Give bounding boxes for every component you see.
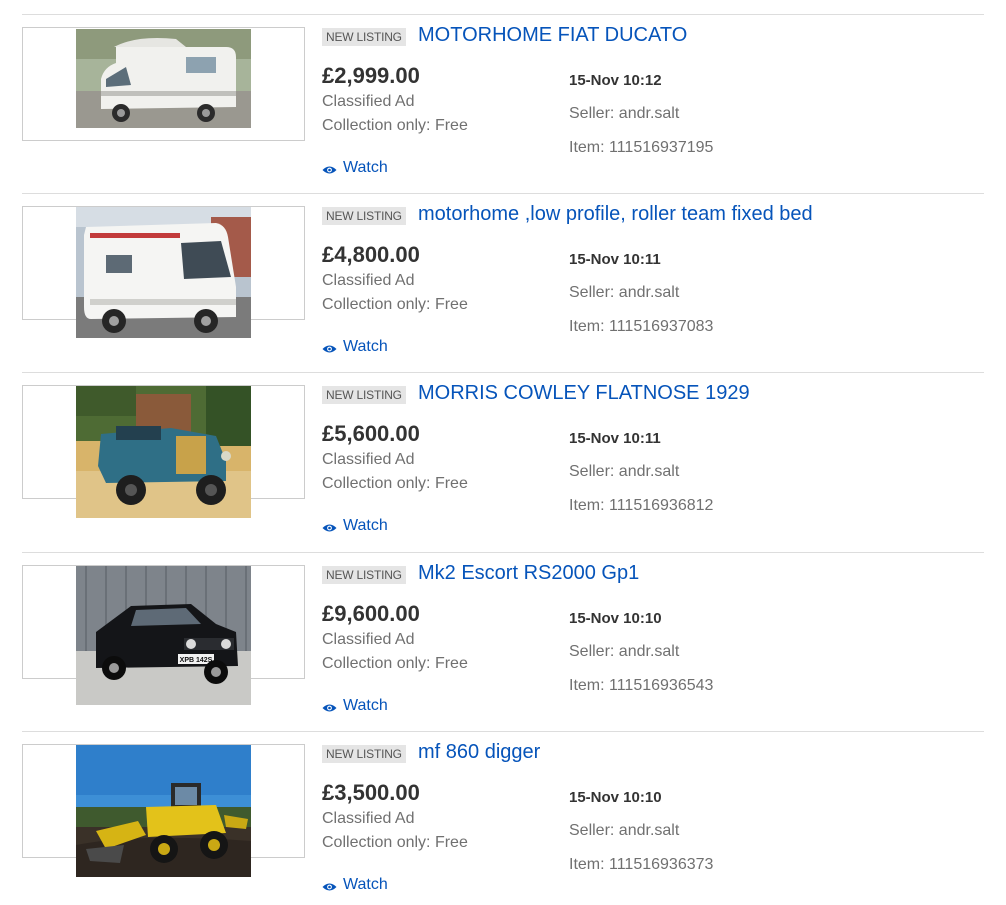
eye-icon — [322, 704, 337, 711]
new-listing-badge: NEW LISTING — [322, 386, 406, 404]
watch-button[interactable]: Watch — [322, 875, 388, 895]
listing-row: NEW LISTING motorhome ,low profile, roll… — [22, 193, 984, 373]
listing-postage: Collection only: Free — [322, 117, 468, 134]
watch-button[interactable]: Watch — [322, 516, 388, 536]
listing-item-number: Item: 111516936543 — [569, 677, 714, 694]
listing-price: £5,600.00 — [322, 421, 420, 446]
listing-thumbnail[interactable] — [22, 744, 305, 877]
number-plate: XPB 142S — [180, 657, 213, 664]
listing-price: £9,600.00 — [322, 601, 420, 626]
listing-postage: Collection only: Free — [322, 296, 468, 313]
listing-row: NEW LISTING mf 860 digger £3,500.00 Clas… — [22, 731, 984, 905]
eye-icon — [322, 166, 337, 173]
listing-title-link[interactable]: MOTORHOME FIAT DUCATO — [418, 24, 687, 47]
new-listing-badge: NEW LISTING — [322, 745, 406, 763]
watch-label: Watch — [343, 876, 388, 893]
eye-icon — [322, 345, 337, 352]
listing-seller: Seller: andr.salt — [569, 643, 680, 660]
listing-price: £2,999.00 — [322, 63, 420, 88]
white-motorhome-photo[interactable] — [76, 29, 251, 128]
listing-seller: Seller: andr.salt — [569, 822, 680, 839]
eye-icon — [322, 883, 337, 890]
search-results-page: NEW LISTING MOTORHOME FIAT DUCATO £2,999… — [0, 0, 1006, 905]
listing-item-number: Item: 111516936373 — [569, 856, 714, 873]
listing-time: 15-Nov 10:11 — [569, 430, 661, 447]
listing-title-link[interactable]: mf 860 digger — [418, 741, 540, 764]
listing-price: £4,800.00 — [322, 242, 420, 267]
listing-title-link[interactable]: Mk2 Escort RS2000 Gp1 — [418, 562, 639, 585]
listing-time: 15-Nov 10:10 — [569, 789, 662, 806]
listing-thumbnail[interactable] — [22, 206, 305, 338]
listing-time: 15-Nov 10:11 — [569, 251, 661, 268]
listing-item-number: Item: 111516936812 — [569, 497, 714, 514]
listing-time: 15-Nov 10:12 — [569, 72, 662, 89]
vintage-blue-car-photo[interactable] — [76, 386, 251, 518]
listing-title-link[interactable]: MORRIS COWLEY FLATNOSE 1929 — [418, 382, 750, 405]
watch-label: Watch — [343, 338, 388, 355]
listing-row: NEW LISTING MOTORHOME FIAT DUCATO £2,999… — [22, 14, 984, 194]
listing-format: Classified Ad — [322, 93, 415, 110]
listing-postage: Collection only: Free — [322, 475, 468, 492]
new-listing-badge: NEW LISTING — [322, 28, 406, 46]
listing-format: Classified Ad — [322, 810, 415, 827]
listing-item-number: Item: 111516937195 — [569, 139, 714, 156]
listing-time: 15-Nov 10:10 — [569, 610, 662, 627]
listing-thumbnail[interactable] — [22, 385, 305, 518]
new-listing-badge: NEW LISTING — [322, 566, 406, 584]
listing-price: £3,500.00 — [322, 780, 420, 805]
listing-postage: Collection only: Free — [322, 655, 468, 672]
listing-item-number: Item: 111516937083 — [569, 318, 714, 335]
listing-row: NEW LISTING MORRIS COWLEY FLATNOSE 1929 … — [22, 372, 984, 552]
watch-button[interactable]: Watch — [322, 337, 388, 357]
listing-thumbnail[interactable]: XPB 142S — [22, 565, 305, 705]
yellow-digger-photo[interactable] — [76, 745, 251, 877]
new-listing-badge: NEW LISTING — [322, 207, 406, 225]
listing-seller: Seller: andr.salt — [569, 284, 680, 301]
watch-label: Watch — [343, 159, 388, 176]
listing-format: Classified Ad — [322, 631, 415, 648]
watch-button[interactable]: Watch — [322, 696, 388, 716]
watch-label: Watch — [343, 697, 388, 714]
listing-thumbnail[interactable] — [22, 27, 305, 141]
listing-seller: Seller: andr.salt — [569, 105, 680, 122]
black-escort-car-photo[interactable]: XPB 142S — [76, 566, 251, 705]
watch-label: Watch — [343, 517, 388, 534]
watch-button[interactable]: Watch — [322, 158, 388, 178]
listing-row: XPB 142S NEW LISTING Mk2 Escort RS2000 G… — [22, 552, 984, 732]
listing-format: Classified Ad — [322, 272, 415, 289]
listing-postage: Collection only: Free — [322, 834, 468, 851]
white-low-profile-motorhome-photo[interactable] — [76, 207, 251, 338]
listing-seller: Seller: andr.salt — [569, 463, 680, 480]
listing-title-link[interactable]: motorhome ,low profile, roller team fixe… — [418, 203, 813, 226]
listing-format: Classified Ad — [322, 451, 415, 468]
eye-icon — [322, 524, 337, 531]
